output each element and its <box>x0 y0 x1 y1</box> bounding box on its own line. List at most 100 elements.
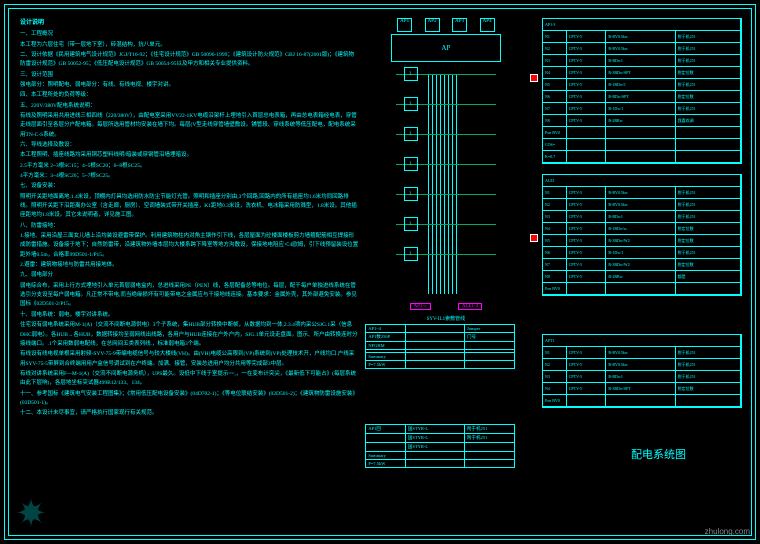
table-row: NFGHM <box>366 342 514 350</box>
panel-cell: 附于机251 <box>676 211 741 222</box>
table-cell: AP1数256P <box>366 333 405 341</box>
spec-line: 十二、本设计未尽事宜，请严格执行国家现行有关规范。 <box>20 409 359 418</box>
spec-line: 1.接地、采用沿屋三面女儿墙上沿均装设避雷带保护。利用建筑物柱内对角主钢作引下线… <box>20 232 359 260</box>
table-cell <box>366 350 405 352</box>
panel-row: N3CPTV-5B-BDw1附于机251 <box>543 55 741 67</box>
panel-cell: N4 <box>543 67 567 78</box>
table-cell: 国STYR-L <box>406 425 465 433</box>
spec-line: 二、设计依据《民用建筑电气设计规范》JGJ/T16-92；《住宅设计规范》GB … <box>20 51 359 70</box>
panel-cell <box>567 395 607 406</box>
panel-cell <box>676 139 741 150</box>
table-cell <box>406 452 465 459</box>
panel-cell: 附于机251 <box>676 187 741 198</box>
panel-cell: CPTV-5 <box>567 259 607 270</box>
panel-schedules: AP1-3N1CPTV-5B-BV0.5kw附于机251N2CPTV-5B-BV… <box>526 14 746 530</box>
panel-cell: CPTV-5 <box>567 371 607 382</box>
spec-line: 十、弱电系统：弱电，楼宇对讲系统。 <box>20 311 359 320</box>
panel-cell: Pon BV0 <box>543 395 567 406</box>
panel-cell: COS= <box>543 139 567 150</box>
junction-marker <box>530 234 538 242</box>
panel-cell: 附定位数 <box>676 259 741 270</box>
equipment-table-1: AP1~4JumperAP1数256P门号NFGHMSummaryP=7.5kW <box>365 324 515 369</box>
panel-cell: N1 <box>543 187 567 198</box>
riser-terminal: AP1-5 <box>410 303 431 310</box>
table-row: P=7.5kW <box>366 361 514 368</box>
panel-cell: B-2BRw <box>606 115 675 126</box>
panel-row: N5CPTV-5B-1BDw/1附于机251 <box>543 79 741 91</box>
panel-row: N6CPTV-5B-RDw/SPT附定位数 <box>543 91 741 103</box>
riser-label: SYV-IL1索敷管线 <box>396 315 496 322</box>
star-icon: ✦ <box>3 485 60 542</box>
table-cell <box>465 460 514 467</box>
panel-row: Pon BV0 <box>543 127 741 139</box>
table-cell: NFGHM <box>366 342 405 349</box>
panel-cell: B-1Dw/1 <box>606 103 675 114</box>
panel-cell: 附定位数 <box>676 235 741 246</box>
spec-line: 十一、参考国标《建筑电气安装工程图集》；《常用低压配电设备安装》(04D702-… <box>20 390 359 409</box>
ap-terminals: AP1AP2AP3AP4 <box>391 18 501 32</box>
panel-cell: N2 <box>543 43 567 54</box>
spec-line: 八、防雷接地： <box>20 222 359 231</box>
panel-cell: N8 <box>543 271 567 282</box>
panel-row: N8CPTV-5B-2BRw都是 <box>543 271 741 283</box>
spec-header: 设计说明 <box>20 18 359 28</box>
panel-row: N1CPTV-5B-BV0.5kw附于机251 <box>543 31 741 43</box>
panel-cell: N4 <box>543 383 567 394</box>
panel-cell: 都是 <box>676 271 741 282</box>
panel-cell: CPTV-5 <box>567 55 607 66</box>
panel-schedule-ale1: ALE1N1CPTV-5B-BV0.5kw附于机251N2CPTV-5B-BV0… <box>542 174 742 296</box>
floor-box: L <box>404 247 418 261</box>
panel-cell: CPTV-5 <box>567 43 607 54</box>
panel-row: N3CPTV-5B-BDw1附于机251 <box>543 371 741 383</box>
panel-cell <box>567 127 607 138</box>
panel-cell: CPTV-5 <box>567 187 607 198</box>
drawing-title: 配电系统图 <box>631 446 686 462</box>
panel-cell <box>606 395 675 406</box>
panel-cell: N6 <box>543 91 567 102</box>
spec-line: 五、220V/380V配电系统说明： <box>20 102 359 111</box>
table-cell <box>406 333 465 341</box>
panel-row: Pon BV0 <box>543 395 741 407</box>
panel-cell: B-BV0.5kw <box>606 43 675 54</box>
ap-terminal: AP4 <box>480 18 495 32</box>
table-cell <box>406 353 465 360</box>
panel-row: N7CPTV-5B-1Dw/1附于机251 <box>543 103 741 115</box>
panel-cell <box>606 127 675 138</box>
panel-cell <box>676 127 741 138</box>
panel-cell: 附定位数 <box>676 383 741 394</box>
spec-line: 六、导线选择及敷设： <box>20 141 359 150</box>
ap-terminal: AP2 <box>425 18 440 32</box>
table-cell <box>406 361 465 368</box>
ap-distribution-box: AP <box>391 34 501 62</box>
panel-row: N1CPTV-5B-BV0.5kw附于机251 <box>543 347 741 359</box>
panel-cell: CPTV-5 <box>567 271 607 282</box>
panel-cell <box>676 283 741 294</box>
table-row: AP1回国STYR-L附于机251 <box>366 425 514 434</box>
panel-row: K=0.7 <box>543 151 741 163</box>
panel-cell: N8 <box>543 115 567 126</box>
spec-line: 住宅设有弱电系统采用M-1(A)（交流不间断电源供电）3个子系统，集HUB部分转… <box>20 321 359 349</box>
panel-cell: B-1BDw/w <box>606 223 675 234</box>
panel-cell: N7 <box>543 103 567 114</box>
panel-cell: K=0.7 <box>543 151 567 162</box>
panel-cell: CPTV-5 <box>567 211 607 222</box>
panel-row: N2CPTV-5B-BV0.5kw附于机251 <box>543 43 741 55</box>
table-row: 国STYR-L附于机251 <box>366 434 514 443</box>
panel-cell: N5 <box>543 79 567 90</box>
panel-cell: B-RDw/SPT <box>606 91 675 102</box>
table-row: P=7.5kW <box>366 460 514 467</box>
panel-cell: B-1Dw/1 <box>606 247 675 258</box>
table-cell: P=7.5kW <box>366 361 405 368</box>
panel-row: N5CPTV-5B-3BDw/W2附定位数 <box>543 235 741 247</box>
panel-cell: B-3BDw/SPT <box>606 383 675 394</box>
panel-cell: Pon BV0 <box>543 283 567 294</box>
panel-row: N8CPTV-5B-2BRw我喜欢调 <box>543 115 741 127</box>
table-cell <box>406 460 465 467</box>
panel-cell: 附于机251 <box>676 103 741 114</box>
spec-line: 照明开关距地面离地.1.4米设，顶棚内灯具均选用防水防尘节能灯光管。照明和插座分… <box>20 193 359 221</box>
riser-diagram-area: AP1AP2AP3AP4 AP AP1-5ALE1-4 SYV-IL1索敷管线 … <box>365 14 526 530</box>
floor-box: L <box>404 127 418 141</box>
panel-cell: N2 <box>543 359 567 370</box>
panel-cell: B-BDw1 <box>606 371 675 382</box>
ap-terminal: AP3 <box>452 18 467 32</box>
